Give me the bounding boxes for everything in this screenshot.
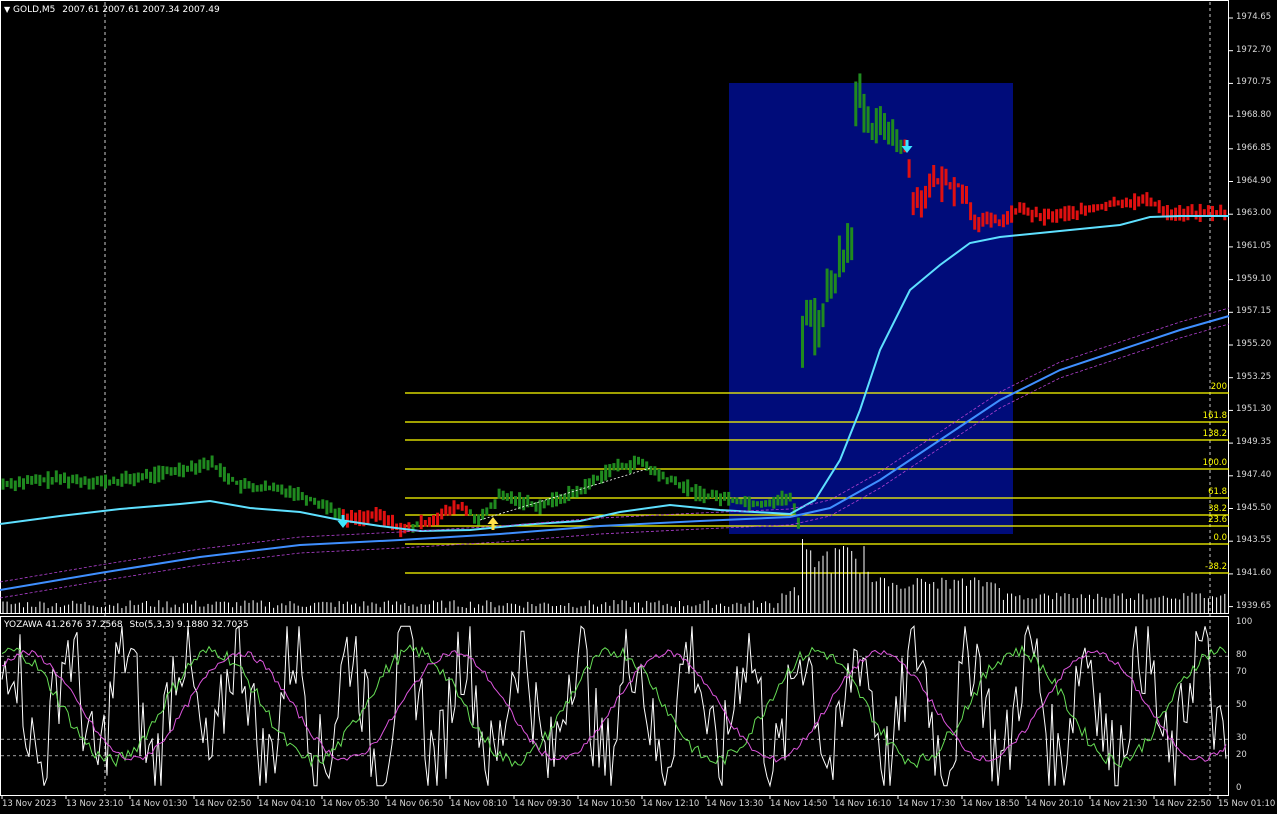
slow-moving-average (0, 315, 1230, 591)
fibonacci-level-label: 100.0 (1202, 458, 1227, 468)
oscillator-tick-label: 70 (1236, 666, 1247, 677)
main-pane-frame (0, 0, 1229, 614)
yozawa-label: YOZAWA 41.2676 37.2568 (4, 620, 123, 630)
fibonacci-level-label: 161.8 (1202, 411, 1227, 421)
price-tick-label: 1961.05 (1236, 240, 1272, 251)
price-tick-label: 1949.35 (1236, 437, 1272, 448)
chart-window[interactable]: ▼ GOLD,M5 2007.61 2007.61 2007.34 2007.4… (0, 0, 1277, 814)
price-tick-label: 1959.10 (1236, 273, 1272, 284)
lower-envelope (0, 323, 1230, 599)
oscillator-tick-label: 100 (1236, 617, 1253, 627)
time-tick-label: 14 Nov 13:30 (706, 799, 764, 809)
price-tick-label: 1968.80 (1236, 110, 1272, 121)
price-chart-canvas[interactable] (0, 0, 1277, 814)
time-tick-label: 14 Nov 12:10 (642, 799, 700, 809)
time-tick-label: 14 Nov 20:10 (1026, 799, 1084, 809)
oscillator-tick-label: 0 (1236, 783, 1242, 793)
price-tick-label: 1951.30 (1236, 404, 1272, 415)
price-tick-label: 1963.00 (1236, 208, 1272, 219)
time-tick-label: 14 Nov 04:10 (258, 799, 316, 809)
highlight-zone (729, 83, 1013, 534)
fibonacci-level-label: 61.8 (1208, 487, 1227, 497)
upper-envelope (0, 307, 1230, 583)
time-tick-label: 14 Nov 22:50 (1154, 799, 1212, 809)
price-tick-label: 1964.90 (1236, 175, 1272, 186)
fibonacci-level-label: 200 (1210, 382, 1227, 392)
fibonacci-level-label: 0.0 (1213, 533, 1227, 543)
price-tick-label: 1955.20 (1236, 339, 1272, 349)
time-tick-label: 13 Nov 2023 (2, 799, 57, 809)
price-tick-label: 1943.55 (1236, 535, 1272, 546)
symbol-label: GOLD,M5 (13, 5, 56, 15)
time-tick-label: 14 Nov 18:50 (962, 799, 1020, 809)
price-tick-label: 1939.65 (1236, 600, 1272, 611)
oscillator-header: YOZAWA 41.2676 37.2568 Sto(5,3,3) 9.1880… (4, 620, 249, 631)
price-tick-label: 1957.15 (1236, 306, 1272, 317)
oscillator-tick-label: 50 (1236, 700, 1247, 710)
fast-moving-average (0, 215, 1229, 533)
chart-header: ▼ GOLD,M5 2007.61 2007.61 2007.34 2007.4… (4, 4, 220, 16)
stochastic-label: Sto(5,3,3) 9.1880 32.7035 (129, 620, 249, 630)
time-tick-label: 14 Nov 01:30 (130, 799, 188, 809)
ohlc-values: 2007.61 2007.61 2007.34 2007.49 (62, 5, 220, 15)
time-tick-label: 14 Nov 21:30 (1090, 799, 1148, 809)
time-tick-label: 14 Nov 17:30 (898, 799, 956, 809)
price-tick-label: 1970.75 (1236, 77, 1272, 88)
time-tick-label: 14 Nov 10:50 (578, 799, 636, 809)
fibonacci-level-label: 23.6 (1208, 515, 1227, 525)
price-tick-label: 1966.85 (1236, 142, 1272, 153)
price-tick-label: 1974.65 (1236, 12, 1272, 22)
time-tick-label: 14 Nov 14:50 (770, 799, 828, 809)
time-tick-label: 14 Nov 02:50 (194, 799, 252, 809)
time-tick-label: 14 Nov 08:10 (450, 799, 508, 809)
oscillator-tick-label: 80 (1236, 650, 1247, 661)
fibonacci-level-label: 38.2 (1208, 504, 1227, 514)
fibonacci-level-label: -38.2 (1205, 562, 1227, 572)
oscillator-tick-label: 20 (1236, 749, 1247, 760)
price-tick-label: 1972.70 (1236, 44, 1272, 55)
price-tick-label: 1947.40 (1236, 469, 1272, 480)
time-tick-label: 13 Nov 23:10 (66, 799, 124, 809)
time-tick-label: 14 Nov 05:30 (322, 799, 380, 809)
fibonacci-level-label: 138.2 (1202, 429, 1227, 439)
collapse-triangle-icon[interactable]: ▼ (4, 5, 10, 14)
price-tick-label: 1941.60 (1236, 567, 1272, 578)
time-tick-label: 15 Nov 01:10 (1218, 799, 1276, 809)
time-tick-label: 14 Nov 09:30 (514, 799, 572, 809)
price-tick-label: 1945.50 (1236, 502, 1272, 513)
price-tick-label: 1953.25 (1236, 371, 1272, 382)
time-tick-label: 14 Nov 16:10 (834, 799, 892, 809)
time-tick-label: 14 Nov 06:50 (386, 799, 444, 809)
oscillator-tick-label: 30 (1236, 733, 1247, 744)
